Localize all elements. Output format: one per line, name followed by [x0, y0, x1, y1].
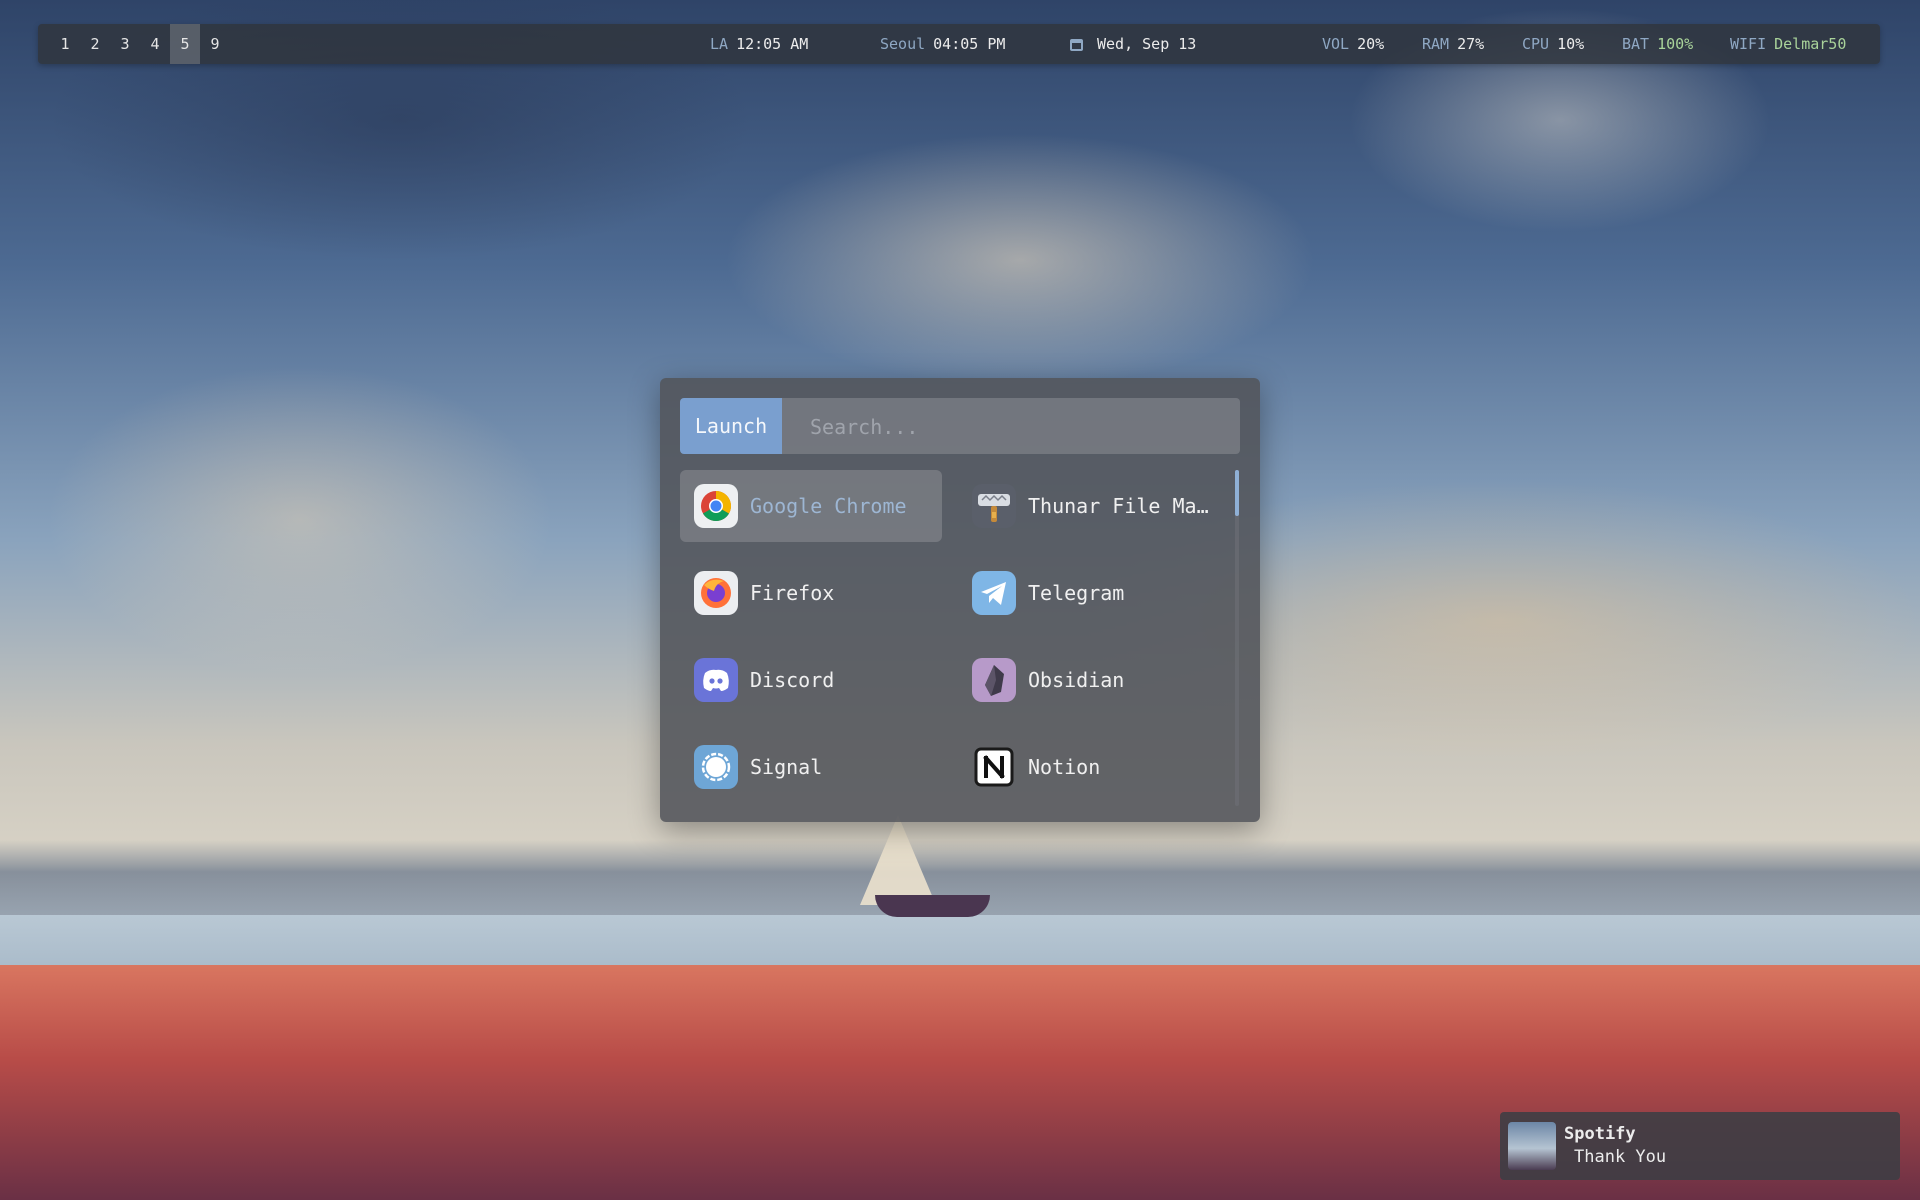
app-label-firefox: Firefox — [750, 581, 835, 605]
app-item-discord[interactable]: Discord — [680, 644, 942, 716]
battery-value: 100% — [1657, 35, 1694, 53]
clock-la: LA 12:05 AM — [710, 24, 808, 64]
ram-indicator: RAM 27% — [1422, 24, 1484, 64]
volume-label: VOL — [1322, 35, 1350, 53]
app-item-firefox[interactable]: Firefox — [680, 557, 942, 629]
status-bar: 1 2 3 4 5 9 LA 12:05 AM Seoul 04:05 PM Wed… — [38, 24, 1880, 64]
volume-value: 20% — [1357, 35, 1385, 53]
wallpaper-boat-hull — [875, 895, 990, 917]
launcher-search-input[interactable] — [808, 398, 1232, 456]
ram-label: RAM — [1422, 35, 1450, 53]
cpu-value: 10% — [1557, 35, 1585, 53]
wifi-network: Delmar50 — [1774, 35, 1847, 53]
workspace-4[interactable]: 4 — [140, 24, 170, 64]
wifi-indicator[interactable]: WIFI Delmar50 — [1730, 24, 1846, 64]
album-art-thumbnail — [1508, 1122, 1556, 1170]
workspace-switcher: 1 2 3 4 5 9 — [50, 24, 230, 64]
app-item-obsidian[interactable]: Obsidian — [958, 644, 1220, 716]
desktop-wallpaper: 1 2 3 4 5 9 LA 12:05 AM Seoul 04:05 PM Wed… — [0, 0, 1920, 1200]
spotify-notification[interactable]: Spotify Thank You — [1500, 1112, 1900, 1180]
chrome-icon — [694, 484, 738, 528]
app-item-thunar[interactable]: Thunar File Ma… — [958, 470, 1220, 542]
wifi-label: WIFI — [1730, 35, 1767, 53]
notification-title: Spotify — [1564, 1124, 1636, 1144]
obsidian-icon — [972, 658, 1016, 702]
launcher-scroll-track[interactable] — [1235, 470, 1239, 806]
volume-indicator[interactable]: VOL 20% — [1322, 24, 1384, 64]
cpu-indicator: CPU 10% — [1522, 24, 1584, 64]
calendar-icon — [1070, 39, 1083, 51]
workspace-3[interactable]: 3 — [110, 24, 140, 64]
battery-indicator: BAT 100% — [1622, 24, 1693, 64]
app-item-google-chrome[interactable]: Google Chrome — [680, 470, 942, 542]
notification-body: Thank You — [1574, 1147, 1667, 1167]
signal-icon — [694, 745, 738, 789]
battery-label: BAT — [1622, 35, 1650, 53]
workspace-2[interactable]: 2 — [80, 24, 110, 64]
cpu-label: CPU — [1522, 35, 1550, 53]
clock-seoul-label: Seoul — [880, 35, 926, 53]
date-display: Wed, Sep 13 — [1070, 24, 1196, 64]
app-label-discord: Discord — [750, 668, 835, 692]
clock-la-time: 12:05 AM — [736, 35, 809, 53]
app-label-signal: Signal — [750, 755, 823, 779]
workspace-9[interactable]: 9 — [200, 24, 230, 64]
clock-seoul-time: 04:05 PM — [933, 35, 1006, 53]
app-label-obsidian: Obsidian — [1028, 668, 1125, 692]
date-text: Wed, Sep 13 — [1097, 35, 1197, 53]
app-launcher: Launch Google Chrome — [660, 378, 1260, 822]
app-item-notion[interactable]: Notion — [958, 731, 1220, 803]
app-label-google-chrome: Google Chrome — [750, 494, 907, 518]
telegram-icon — [972, 571, 1016, 615]
launcher-scroll-thumb[interactable] — [1235, 470, 1239, 516]
firefox-icon — [694, 571, 738, 615]
app-item-telegram[interactable]: Telegram — [958, 557, 1220, 629]
workspace-5-active[interactable]: 5 — [170, 24, 200, 64]
app-label-telegram: Telegram — [1028, 581, 1125, 605]
app-label-thunar: Thunar File Ma… — [1028, 494, 1209, 518]
clock-la-label: LA — [710, 35, 729, 53]
notion-icon — [972, 745, 1016, 789]
wallpaper-sailboat — [860, 815, 936, 905]
workspace-1[interactable]: 1 — [50, 24, 80, 64]
launcher-search-box[interactable] — [782, 398, 1240, 456]
ram-value: 27% — [1457, 35, 1485, 53]
discord-icon — [694, 658, 738, 702]
launcher-prompt-label: Launch — [680, 398, 782, 454]
app-label-notion: Notion — [1028, 755, 1101, 779]
app-item-signal[interactable]: Signal — [680, 731, 942, 803]
thunar-icon — [972, 484, 1016, 528]
clock-seoul: Seoul 04:05 PM — [880, 24, 1005, 64]
